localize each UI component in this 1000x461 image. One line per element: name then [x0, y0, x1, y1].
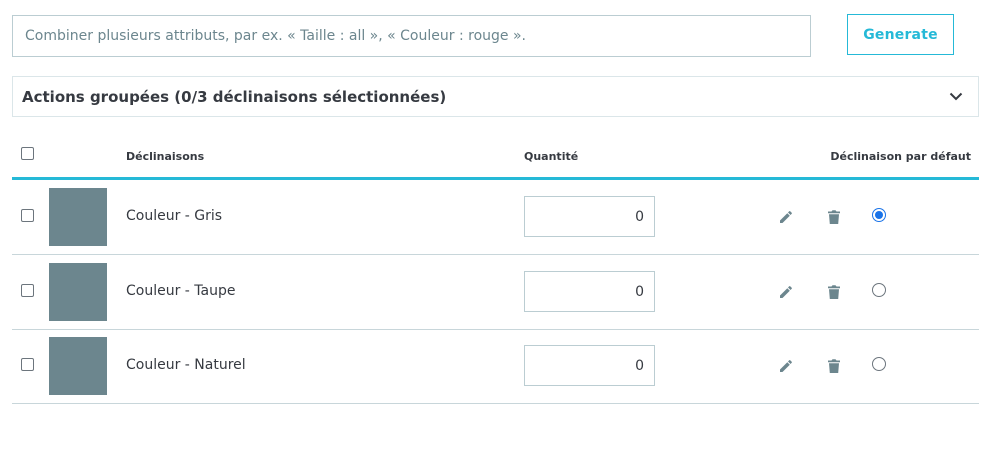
- trash-icon[interactable]: [825, 283, 843, 301]
- pencil-icon[interactable]: [777, 283, 795, 301]
- pencil-icon[interactable]: [777, 208, 795, 226]
- default-combination-radio[interactable]: [872, 283, 886, 297]
- row-checkbox[interactable]: [21, 284, 34, 297]
- chevron-down-icon[interactable]: [948, 89, 964, 105]
- color-swatch: [49, 263, 107, 321]
- table-row: Couleur - Gris: [12, 180, 979, 255]
- pencil-icon[interactable]: [777, 357, 795, 375]
- bulk-actions-title: Actions groupées (0/3 déclinaisons sélec…: [22, 87, 447, 106]
- row-checkbox[interactable]: [21, 358, 34, 371]
- quantity-input[interactable]: [524, 271, 655, 312]
- header-quantity: Quantité: [524, 150, 579, 163]
- color-swatch: [49, 188, 107, 246]
- generate-button[interactable]: Generate: [847, 14, 954, 55]
- default-combination-radio[interactable]: [872, 208, 886, 222]
- color-swatch: [49, 337, 107, 395]
- row-checkbox[interactable]: [21, 209, 34, 222]
- combination-label: Couleur - Gris: [126, 208, 223, 224]
- header-combinations: Déclinaisons: [126, 150, 205, 163]
- bulk-actions-panel[interactable]: Actions groupées (0/3 déclinaisons sélec…: [12, 76, 979, 117]
- combination-label: Couleur - Taupe: [126, 283, 236, 299]
- trash-icon[interactable]: [825, 208, 843, 226]
- attribute-combination-input[interactable]: [12, 15, 811, 57]
- quantity-input[interactable]: [524, 196, 655, 237]
- combination-label: Couleur - Naturel: [126, 357, 246, 373]
- header-default-combination: Déclinaison par défaut: [830, 150, 971, 163]
- table-row: Couleur - Taupe: [12, 255, 979, 330]
- table-row: Couleur - Naturel: [12, 329, 979, 404]
- trash-icon[interactable]: [825, 357, 843, 375]
- select-all-checkbox[interactable]: [21, 147, 34, 160]
- default-combination-radio[interactable]: [872, 357, 886, 371]
- quantity-input[interactable]: [524, 345, 655, 386]
